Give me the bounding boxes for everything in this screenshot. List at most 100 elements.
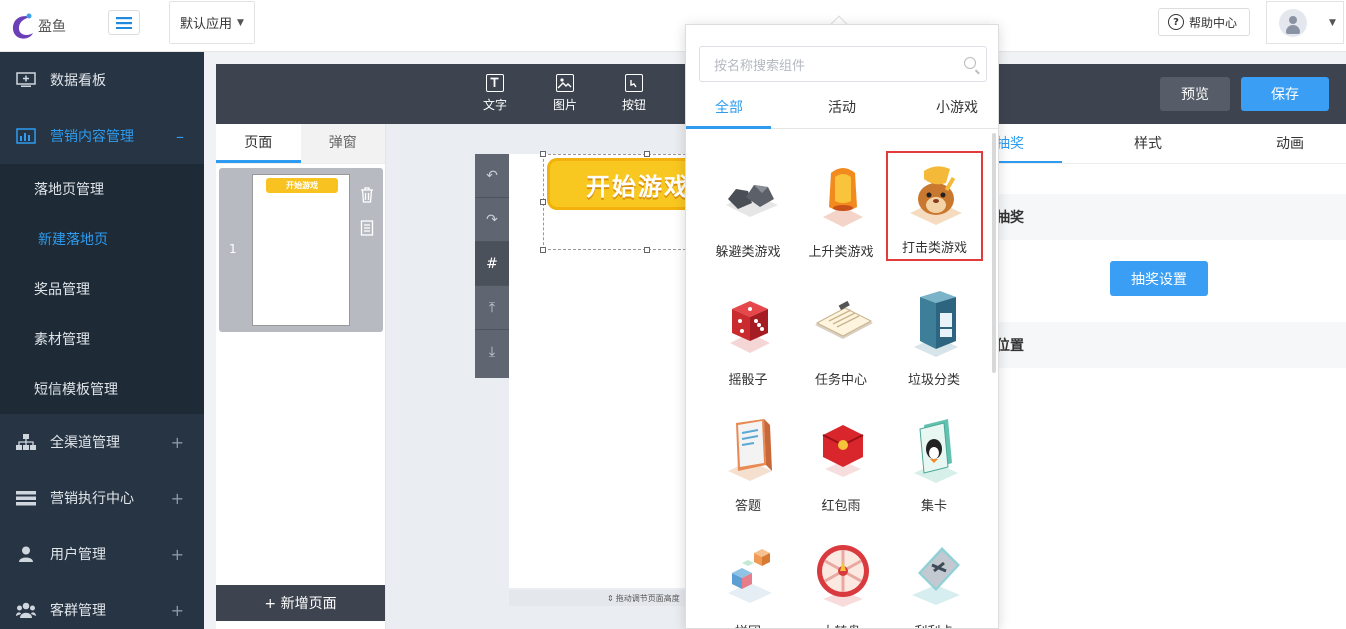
cubes-icon <box>728 549 772 603</box>
component-item-card-collect[interactable]: 集卡 <box>886 407 982 527</box>
component-item-label: 拼团 <box>700 621 796 628</box>
undo-icon[interactable]: ↶ <box>475 154 509 198</box>
page-number: 1 <box>229 242 237 256</box>
logo[interactable]: 盈鱼 <box>10 10 72 42</box>
sidebar-item-dashboard[interactable]: 数据看板 <box>0 52 204 108</box>
hamburger-icon <box>116 16 132 29</box>
tab-popups[interactable]: 弹窗 <box>300 124 385 163</box>
tab-lottery[interactable]: 抽奖 <box>996 124 1062 163</box>
bar-chart-icon <box>16 128 36 144</box>
page-panel-tabs: 页面 弹窗 <box>216 124 385 164</box>
component-item-label: 垃圾分类 <box>907 373 960 388</box>
delete-page-icon[interactable] <box>360 187 374 203</box>
sidebar-item-users[interactable]: 用户管理 + <box>0 526 204 582</box>
page-height-drag-handle[interactable]: ⇕ 拖动调节页面高度 <box>509 590 686 606</box>
resize-handle[interactable] <box>644 247 650 253</box>
tool-text-label: 文字 <box>482 98 507 112</box>
component-item-red-envelope-rain[interactable]: 红包雨 <box>793 407 889 527</box>
tab-mini-games[interactable]: 小游戏 <box>936 97 978 117</box>
component-item-big-wheel[interactable]: 大转盘 <box>793 533 889 628</box>
expand-icon[interactable]: + <box>171 545 184 564</box>
tool-text[interactable]: 文字 <box>475 74 515 113</box>
sidebar: 数据看板 营销内容管理 – 落地页管理 新建落地页 奖品管理 素材管理 短信模板… <box>0 52 204 629</box>
scrollbar[interactable] <box>992 133 996 373</box>
tab-style[interactable]: 样式 <box>1062 124 1234 163</box>
collapse-icon[interactable]: – <box>176 127 184 146</box>
save-button[interactable]: 保存 <box>1241 77 1329 111</box>
component-picker-popover: 按名称搜索组件 全部 活动 小游戏 躲避类游戏 上升类游戏 打击类游戏 摇骰子 … <box>685 24 999 629</box>
user-menu[interactable]: ▼ <box>1266 1 1344 44</box>
component-item-label: 上升类游戏 <box>808 245 874 260</box>
selection-box[interactable] <box>543 154 686 250</box>
scratch-card-icon <box>912 547 960 605</box>
component-item-group-buy[interactable]: 拼团 <box>700 533 796 628</box>
component-item-hit-game[interactable]: 打击类游戏 <box>886 151 983 261</box>
component-item-garbage-sort[interactable]: 垃圾分类 <box>886 281 982 401</box>
tab-animation[interactable]: 动画 <box>1234 124 1346 163</box>
menu-toggle-button[interactable] <box>108 10 140 35</box>
logo-mark-icon <box>10 11 36 41</box>
component-item-scratch-card[interactable]: 刮刮卡 <box>886 533 982 628</box>
expand-icon[interactable]: + <box>171 489 184 508</box>
page-thumbnail-item[interactable]: 1 开始游戏 <box>219 168 383 332</box>
rocks-icon <box>726 185 778 217</box>
resize-handle[interactable] <box>540 247 546 253</box>
hamster-icon <box>910 166 962 225</box>
caret-down-icon: ▼ <box>1329 17 1336 28</box>
redo-icon[interactable]: ↷ <box>475 198 509 242</box>
sidebar-subitem-prizes[interactable]: 奖品管理 <box>0 264 204 314</box>
sidebar-subitem-new-landing-page[interactable]: 新建落地页 <box>0 214 204 264</box>
page-panel: 页面 弹窗 1 开始游戏 <box>216 124 386 629</box>
sidebar-subitem-sms-templates[interactable]: 短信模板管理 <box>0 364 204 414</box>
component-item-label: 集卡 <box>920 499 947 514</box>
sidebar-subitem-materials[interactable]: 素材管理 <box>0 314 204 364</box>
search-icon[interactable] <box>964 57 976 69</box>
sidebar-item-channels[interactable]: 全渠道管理 + <box>0 414 204 470</box>
sidebar-item-label: 全渠道管理 <box>50 435 120 451</box>
tool-image-label: 图片 <box>552 98 577 112</box>
app-select[interactable]: 默认应用 ▼ <box>169 1 255 44</box>
sidebar-item-segments[interactable]: 客群管理 + <box>0 582 204 629</box>
component-search-input[interactable]: 按名称搜索组件 <box>699 46 987 82</box>
section-position-title: 位置 <box>996 322 1346 368</box>
user-icon <box>16 546 36 562</box>
resize-handle[interactable] <box>644 151 650 157</box>
sidebar-subitem-landing-pages[interactable]: 落地页管理 <box>0 164 204 214</box>
lottery-settings-button[interactable]: 抽奖设置 <box>1110 261 1208 296</box>
resize-handle[interactable] <box>540 151 546 157</box>
component-item-quiz[interactable]: 答题 <box>700 407 796 527</box>
expand-icon[interactable]: + <box>171 601 184 620</box>
top-header: 盈鱼 默认应用 ▼ ? 帮助中心 ▼ <box>0 0 1346 52</box>
component-item-label: 大转盘 <box>793 621 889 628</box>
send-to-bottom-icon[interactable]: ⤓ <box>475 330 509 374</box>
preview-button[interactable]: 预览 <box>1160 77 1230 111</box>
component-item-label: 躲避类游戏 <box>715 245 781 260</box>
copy-page-icon[interactable] <box>360 220 374 236</box>
tool-image[interactable]: 图片 <box>545 74 585 113</box>
component-item-dice[interactable]: 摇骰子 <box>700 281 796 401</box>
component-item-dodge-game[interactable]: 躲避类游戏 <box>700 153 796 273</box>
tool-button[interactable]: 按钮 <box>614 74 654 113</box>
component-item-task-center[interactable]: 任务中心 <box>793 281 889 401</box>
card-icon <box>914 419 958 483</box>
button-icon <box>625 74 643 92</box>
app-select-value: 默认应用 <box>180 17 233 32</box>
org-chart-icon <box>16 434 36 450</box>
tab-all[interactable]: 全部 <box>715 97 743 117</box>
bring-to-top-icon[interactable]: ⤒ <box>475 286 509 330</box>
add-page-button[interactable]: + 新增页面 <box>216 585 385 621</box>
sidebar-item-marketing-content[interactable]: 营销内容管理 – <box>0 108 204 164</box>
drag-hint-text: 拖动调节页面高度 <box>615 593 680 603</box>
sidebar-item-execution-center[interactable]: 营销执行中心 + <box>0 470 204 526</box>
page-thumbnail[interactable]: 开始游戏 <box>252 174 350 326</box>
grid-icon[interactable]: # <box>475 242 509 286</box>
help-center-button[interactable]: ? 帮助中心 <box>1158 8 1250 36</box>
image-icon <box>556 74 574 92</box>
tab-pages[interactable]: 页面 <box>216 124 301 163</box>
expand-icon[interactable]: + <box>171 433 184 452</box>
tab-activity[interactable]: 活动 <box>828 97 856 117</box>
component-item-label: 刮刮卡 <box>886 621 982 628</box>
component-item-rise-game[interactable]: 上升类游戏 <box>793 153 889 273</box>
avatar <box>1279 8 1307 37</box>
resize-handle[interactable] <box>540 199 546 205</box>
